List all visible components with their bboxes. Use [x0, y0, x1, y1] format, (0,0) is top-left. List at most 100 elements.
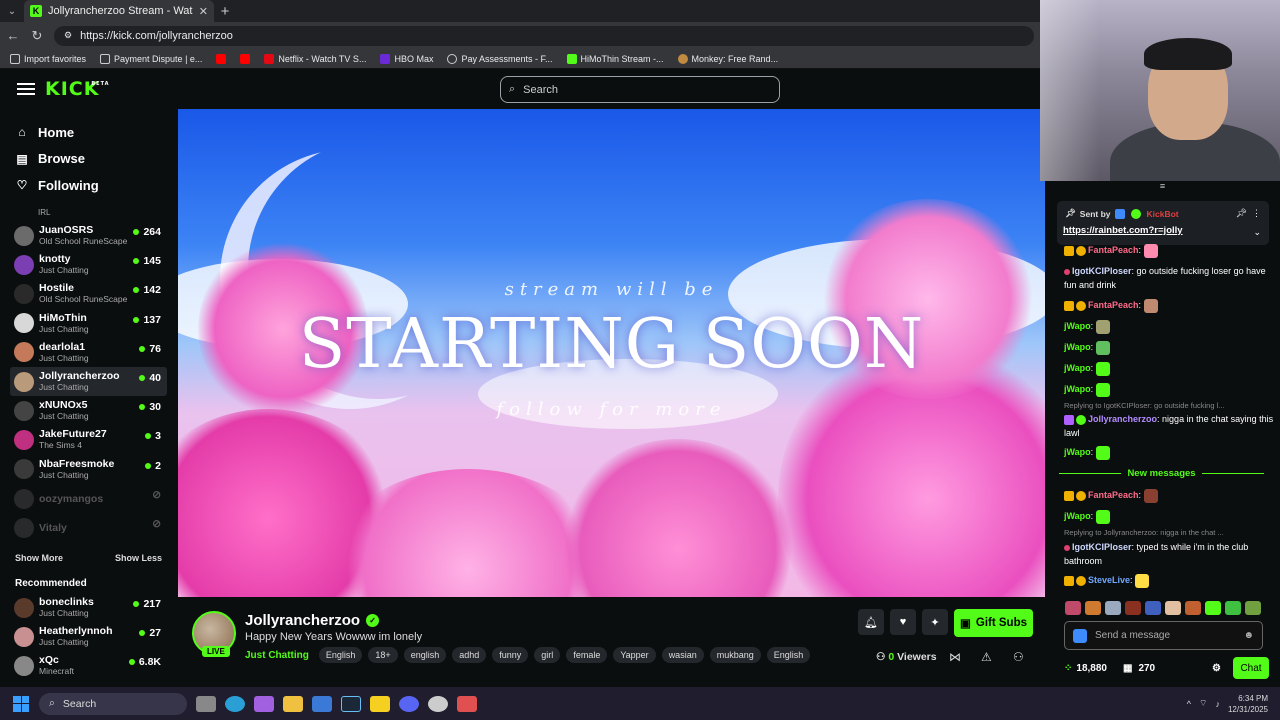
sidebar-channel-boneclinks[interactable]: boneclinks Just Chatting 217	[10, 593, 167, 622]
sidebar-channel-offline[interactable]: oozymangos ⊘	[10, 484, 167, 513]
emote-item[interactable]	[1205, 601, 1221, 615]
emote-item[interactable]	[1105, 601, 1121, 615]
browser-tab[interactable]: K Jollyrancherzoo Stream - Watch L ✕	[24, 0, 214, 22]
tag-chip[interactable]: female	[566, 647, 608, 663]
refresh-icon[interactable]: ↻	[30, 28, 44, 44]
chat-username[interactable]: jWapo	[1064, 342, 1091, 352]
chat-username[interactable]: Jollyrancherzoo	[1088, 414, 1157, 424]
gift-subs-button[interactable]: ▣ Gift Subs	[954, 609, 1033, 637]
sidebar-channel-jakefuture27[interactable]: JakeFuture27 The Sims 4 3	[10, 425, 167, 454]
sidebar-item-home[interactable]: ⌂ Home	[16, 119, 172, 146]
edge-icon[interactable]	[225, 695, 245, 712]
chat-username[interactable]: FantaPeach	[1088, 490, 1139, 500]
chat-message[interactable]: Jollyrancherzoo: nigga in the chat sayin…	[1064, 412, 1274, 440]
show-more-button[interactable]: Show More	[15, 553, 63, 563]
chat-message-input[interactable]: Send a message ☻	[1064, 621, 1263, 650]
share-icon[interactable]: ⋈	[949, 650, 961, 664]
bookmark-item[interactable]: Payment Dispute | e...	[100, 53, 202, 64]
tag-chip[interactable]: English	[318, 647, 363, 663]
chevron-up-icon[interactable]: ^	[1187, 699, 1191, 709]
emote-item[interactable]	[1165, 601, 1181, 615]
chat-message[interactable]: jWapo:	[1064, 445, 1274, 460]
sidebar-channel-jollyrancherzoo[interactable]: Jollyrancherzoo Just Chatting 40	[10, 367, 167, 396]
obs-icon[interactable]	[428, 695, 448, 712]
bookmark-item[interactable]: Pay Assessments - F...	[447, 53, 553, 64]
chevron-down-icon[interactable]: ⌄	[1253, 227, 1261, 238]
chat-collapse-icon[interactable]: ≡	[1045, 181, 1280, 191]
volume-icon[interactable]: ♪	[1215, 699, 1220, 709]
chat-username[interactable]: jWapo	[1064, 511, 1091, 521]
sidebar-channel-nbafreesmoke[interactable]: NbaFreesmoke Just Chatting 2	[10, 455, 167, 484]
pin-icon[interactable]: 📌︎	[1236, 208, 1247, 219]
sidebar-channel-knotty[interactable]: knotty Just Chatting 145	[10, 250, 167, 279]
channel-name[interactable]: Jollyrancherzoo ✓	[245, 612, 380, 629]
chat-message[interactable]: jWapo:	[1064, 340, 1274, 355]
tag-chip[interactable]: adhd	[452, 647, 487, 663]
points-value[interactable]: 18,880	[1076, 663, 1107, 674]
windows-start-icon[interactable]	[13, 695, 29, 712]
sidebar-channel-dearlola1[interactable]: dearlola1 Just Chatting 76	[10, 338, 167, 367]
chat-send-button[interactable]: Chat	[1233, 657, 1269, 679]
copilot-icon[interactable]	[254, 695, 274, 712]
tag-chip[interactable]: Yapper	[613, 647, 656, 663]
notification-bell-button[interactable]: 🔔︎	[858, 609, 884, 635]
more-options-icon[interactable]: ⋮	[1252, 208, 1261, 219]
emote-item[interactable]	[1125, 601, 1141, 615]
sidebar-channel-himothin[interactable]: HiMoThin Just Chatting 137	[10, 309, 167, 338]
follow-button[interactable]: ♥	[890, 609, 916, 635]
tag-chip[interactable]: wasian	[661, 647, 704, 663]
url-field[interactable]: ⚙ https://kick.com/jollyrancherzoo	[54, 25, 1034, 46]
report-icon[interactable]: ⚠	[981, 650, 992, 664]
taskbar-search[interactable]: ⌕ Search	[39, 692, 187, 715]
sidebar-channel-offline[interactable]: Vitaly ⊘	[10, 513, 167, 542]
reply-context[interactable]: Replying to Jollyrancherzoo: nigga in th…	[1064, 528, 1274, 537]
close-tab-icon[interactable]: ✕	[199, 5, 208, 18]
kick-logo[interactable]: KICK BETA	[45, 78, 108, 100]
bookmark-item[interactable]: Import favorites	[10, 53, 86, 64]
gifts-value[interactable]: 270	[1138, 663, 1155, 674]
add-user-icon[interactable]: ⚇	[1013, 650, 1024, 664]
chat-message[interactable]: FantaPeach:	[1064, 298, 1274, 313]
bookmark-item[interactable]: Monkey: Free Rand...	[677, 53, 778, 64]
bookmark-item[interactable]: HiMoThin Stream -...	[566, 53, 664, 64]
chat-username[interactable]: FantaPeach	[1088, 300, 1139, 310]
chat-username[interactable]: SteveLive	[1088, 575, 1130, 585]
chat-username[interactable]: jWapo	[1064, 447, 1091, 457]
reply-context[interactable]: Replying to IgotKCIPloser: go outside fu…	[1064, 401, 1274, 410]
pinned-link[interactable]: https://rainbet.com?r=jolly	[1063, 225, 1183, 236]
sidebar-channel-hostile[interactable]: Hostile Old School RuneScape 142	[10, 279, 167, 308]
boost-button[interactable]: ✦	[922, 609, 948, 635]
chat-settings-icon[interactable]: ⚙	[1212, 663, 1221, 674]
chat-message[interactable]: FantaPeach:	[1064, 488, 1274, 503]
emote-item[interactable]	[1065, 601, 1081, 615]
sidebar-item-browse[interactable]: ▤ Browse	[16, 146, 172, 173]
steam-icon[interactable]	[341, 695, 361, 712]
taskbar-clock[interactable]: 6:34 PM 12/31/2025	[1228, 693, 1268, 715]
app-icon[interactable]	[457, 695, 477, 712]
chat-message[interactable]: SteveLive:	[1064, 573, 1274, 588]
tag-chip[interactable]: english	[403, 647, 447, 663]
emoji-icon[interactable]: ☻	[1243, 630, 1254, 641]
chat-message[interactable]: jWapo:	[1064, 382, 1274, 397]
emote-item[interactable]	[1085, 601, 1101, 615]
sidebar-channel-xqc[interactable]: xQc Minecraft 6.8K	[10, 651, 167, 680]
pinned-message[interactable]: 📌︎ Sent by KickBot https://rainbet.com?r…	[1057, 201, 1269, 245]
show-less-button[interactable]: Show Less	[115, 553, 162, 563]
sidebar-channel-heatherlynnoh[interactable]: Heatherlynnoh Just Chatting 27	[10, 622, 167, 651]
tag-chip[interactable]: 18+	[368, 647, 398, 663]
tab-menu-icon[interactable]: ⌄	[0, 0, 24, 22]
emote-item[interactable]	[1145, 601, 1161, 615]
bookmark-youtube[interactable]	[216, 53, 227, 64]
chat-message[interactable]: FantaPeach:	[1064, 243, 1274, 258]
chat-message[interactable]: jWapo:	[1064, 361, 1274, 376]
tag-chip[interactable]: English	[766, 647, 811, 663]
chat-message[interactable]: jWapo:	[1064, 509, 1274, 524]
tag-chip[interactable]: mukbang	[709, 647, 761, 663]
network-icon[interactable]: ⌔	[1199, 698, 1207, 709]
new-tab-icon[interactable]: +	[214, 3, 236, 20]
notes-icon[interactable]	[370, 695, 390, 712]
chat-username[interactable]: IgotKCIPloser	[1072, 542, 1132, 552]
kick-emote-icon[interactable]	[1073, 628, 1087, 643]
tag-chip[interactable]: girl	[534, 647, 561, 663]
menu-icon[interactable]	[17, 83, 35, 95]
